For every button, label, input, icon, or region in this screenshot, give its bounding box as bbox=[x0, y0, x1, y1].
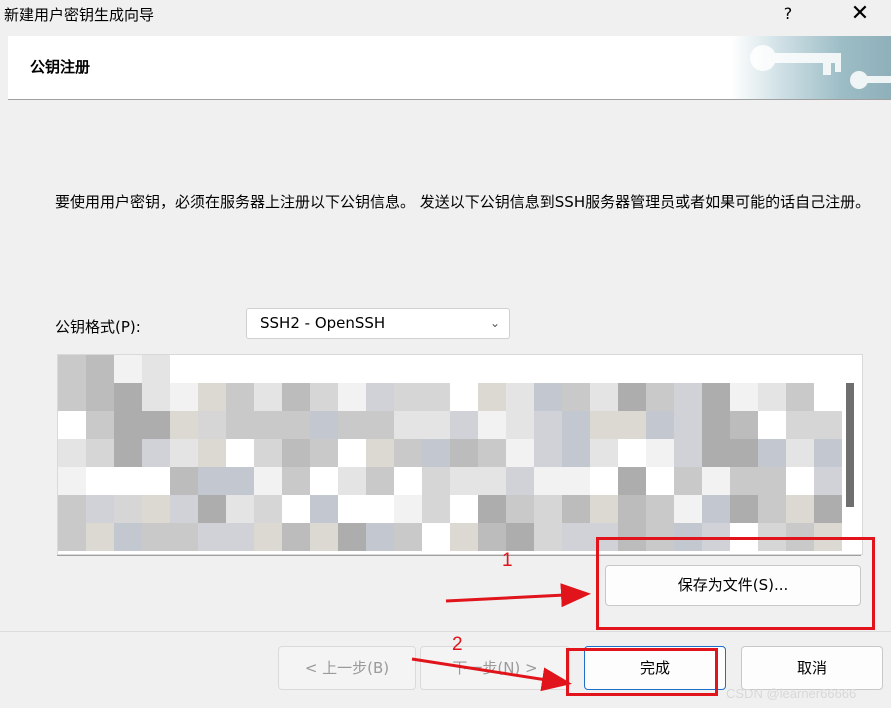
annotation-marker-2: 2 bbox=[452, 634, 463, 655]
footer-divider bbox=[0, 631, 891, 632]
key-banner bbox=[691, 36, 891, 99]
wizard-header: 公钥注册 bbox=[8, 36, 891, 100]
blurred-key-content bbox=[58, 355, 862, 551]
key-icon bbox=[750, 45, 891, 89]
window-title: 新建用户密钥生成向导 bbox=[4, 6, 155, 24]
chevron-down-icon: ⌄ bbox=[489, 316, 500, 330]
close-button[interactable]: ✕ bbox=[846, 1, 874, 27]
cancel-button[interactable]: 取消 bbox=[741, 646, 883, 690]
key-format-select[interactable]: SSH2 - OpenSSH ⌄ bbox=[246, 308, 510, 339]
save-to-file-button[interactable]: 保存为文件(S)... bbox=[605, 565, 861, 606]
watermark: CSDN @learner66666 bbox=[726, 686, 857, 701]
scrollbar-thumb[interactable] bbox=[846, 383, 854, 507]
annotation-marker-1: 1 bbox=[502, 550, 513, 571]
instruction-text: 要使用用户密钥，必须在服务器上注册以下公钥信息。 发送以下公钥信息到SSH服务器… bbox=[55, 193, 871, 211]
finish-button[interactable]: 完成 bbox=[584, 646, 726, 690]
title-bar: 新建用户密钥生成向导 ? ✕ bbox=[0, 0, 891, 28]
key-format-value: SSH2 - OpenSSH bbox=[260, 314, 386, 332]
help-button[interactable]: ? bbox=[776, 2, 800, 26]
annotation-arrow-1 bbox=[445, 583, 591, 608]
scrollbar[interactable] bbox=[842, 355, 862, 554]
divider bbox=[57, 555, 861, 556]
next-button[interactable]: 下一步(N) > bbox=[420, 646, 570, 690]
page-title: 公钥注册 bbox=[30, 58, 91, 76]
public-key-textarea[interactable] bbox=[57, 354, 863, 555]
key-format-label: 公钥格式(P): bbox=[55, 318, 141, 336]
back-button[interactable]: < 上一步(B) bbox=[278, 646, 416, 690]
